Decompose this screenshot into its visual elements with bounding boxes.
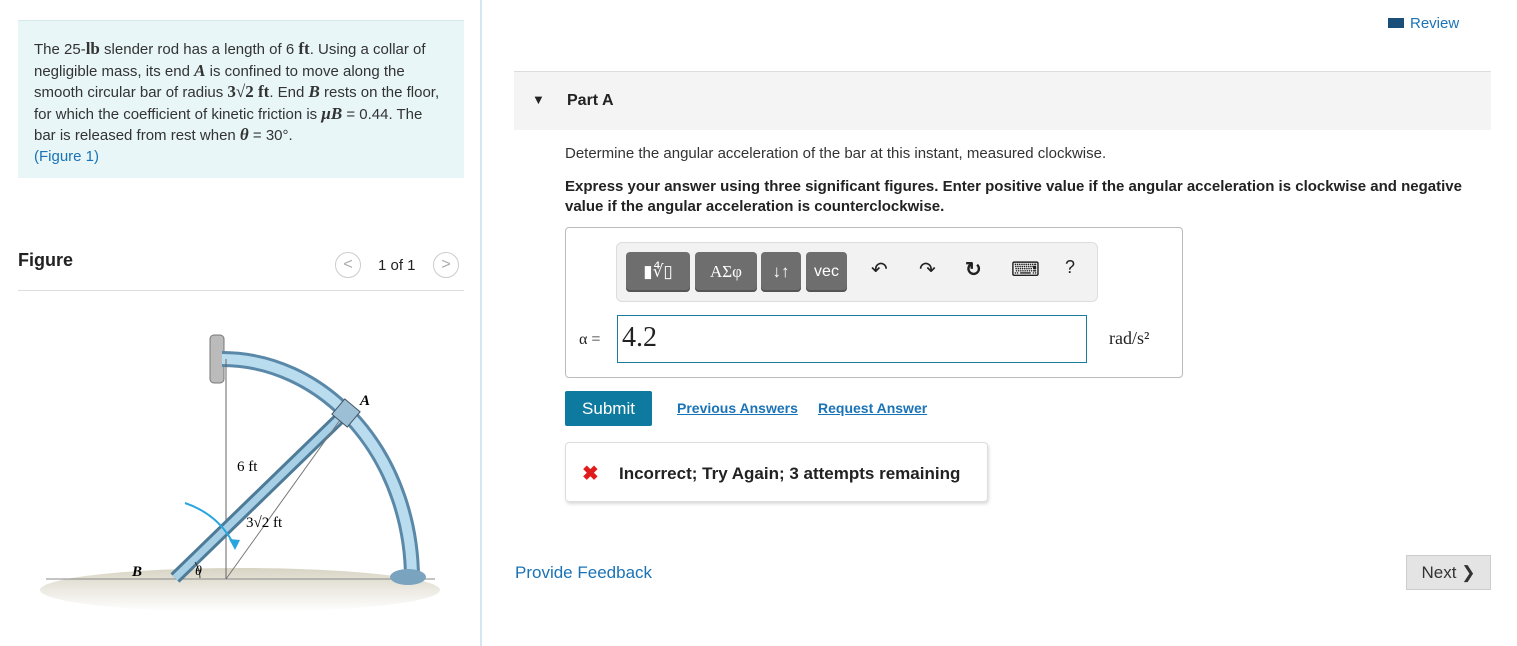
rod-highlight — [172, 410, 348, 581]
arrows-button[interactable]: ↓↑ — [761, 252, 801, 292]
prev-figure-button[interactable]: < — [335, 252, 361, 278]
label-radius: 3√2 ft — [246, 515, 283, 531]
answer-label: α = — [579, 331, 601, 348]
help-icon[interactable]: ? — [1065, 257, 1075, 278]
unit: ft — [253, 82, 270, 101]
divider — [18, 290, 464, 291]
feedback-box: ✖ Incorrect; Try Again; 3 attempts remai… — [565, 442, 988, 502]
label-length: 6 ft — [237, 459, 258, 475]
text: The 25- — [34, 41, 86, 58]
part-title: Part A — [567, 92, 614, 109]
panel-divider[interactable] — [480, 0, 482, 646]
submit-button[interactable]: Submit — [565, 391, 652, 426]
mu: μB — [321, 103, 343, 123]
templates-button[interactable]: ▮∜▯ — [626, 252, 690, 292]
reset-icon[interactable]: ↻ — [965, 257, 982, 282]
label-theta: θ — [195, 564, 202, 579]
answer-input[interactable]: 4.2 — [617, 315, 1087, 363]
label-a: A — [359, 393, 370, 409]
next-figure-button[interactable]: > — [433, 252, 459, 278]
figure-image: A B θ 6 ft 3√2 ft — [40, 334, 440, 612]
figure-pager: 1 of 1 — [378, 257, 416, 274]
radius: 3√2 — [227, 82, 254, 101]
text: = 30°. — [248, 127, 293, 144]
book-icon — [1388, 18, 1404, 28]
answer-unit: rad/s² — [1109, 328, 1150, 348]
text: . End — [269, 84, 309, 101]
floor — [40, 568, 440, 612]
redo-icon[interactable]: ↷ — [919, 257, 936, 282]
figure-heading: Figure — [18, 250, 74, 270]
arrow-head — [229, 539, 240, 550]
var-b: B — [308, 82, 320, 101]
instructions: Express your answer using three signific… — [565, 178, 1462, 215]
problem-statement: The 25-lb slender rod has a length of 6 … — [18, 20, 464, 178]
question-text: Determine the angular acceleration of th… — [565, 145, 1107, 162]
text: slender rod has a length of 6 — [99, 41, 299, 58]
keyboard-icon[interactable]: ⌨ — [1011, 257, 1040, 282]
previous-answers-link[interactable]: Previous Answers — [677, 400, 798, 416]
undo-icon[interactable]: ↶ — [871, 257, 888, 282]
request-answer-link[interactable]: Request Answer — [818, 400, 927, 416]
provide-feedback-link[interactable]: Provide Feedback — [515, 563, 652, 583]
figure-link[interactable]: (Figure 1) — [34, 148, 99, 165]
radius-line — [225, 412, 346, 580]
unit: ft — [298, 39, 310, 58]
math-toolbar: ▮∜▯ ΑΣφ ↓↑ vec ↶ ↷ ↻ ⌨ ? — [616, 242, 1098, 302]
feedback-text: Incorrect; Try Again; 3 attempts remaini… — [619, 464, 961, 483]
wall-mount — [209, 334, 225, 384]
error-icon: ✖ — [582, 463, 599, 485]
bar-base — [390, 569, 426, 585]
greek-button[interactable]: ΑΣφ — [695, 252, 757, 292]
review-link[interactable]: Review — [1388, 15, 1459, 32]
theta: θ — [239, 125, 249, 144]
review-label: Review — [1410, 15, 1460, 32]
label-b: B — [131, 564, 142, 580]
unit: lb — [85, 39, 100, 58]
var-a: A — [194, 60, 206, 80]
part-a-header[interactable]: ▼ Part A — [514, 71, 1491, 130]
vec-button[interactable]: vec — [806, 252, 847, 292]
next-button[interactable]: Next ❯ — [1406, 555, 1491, 590]
collapse-triangle-icon: ▼ — [532, 92, 545, 107]
